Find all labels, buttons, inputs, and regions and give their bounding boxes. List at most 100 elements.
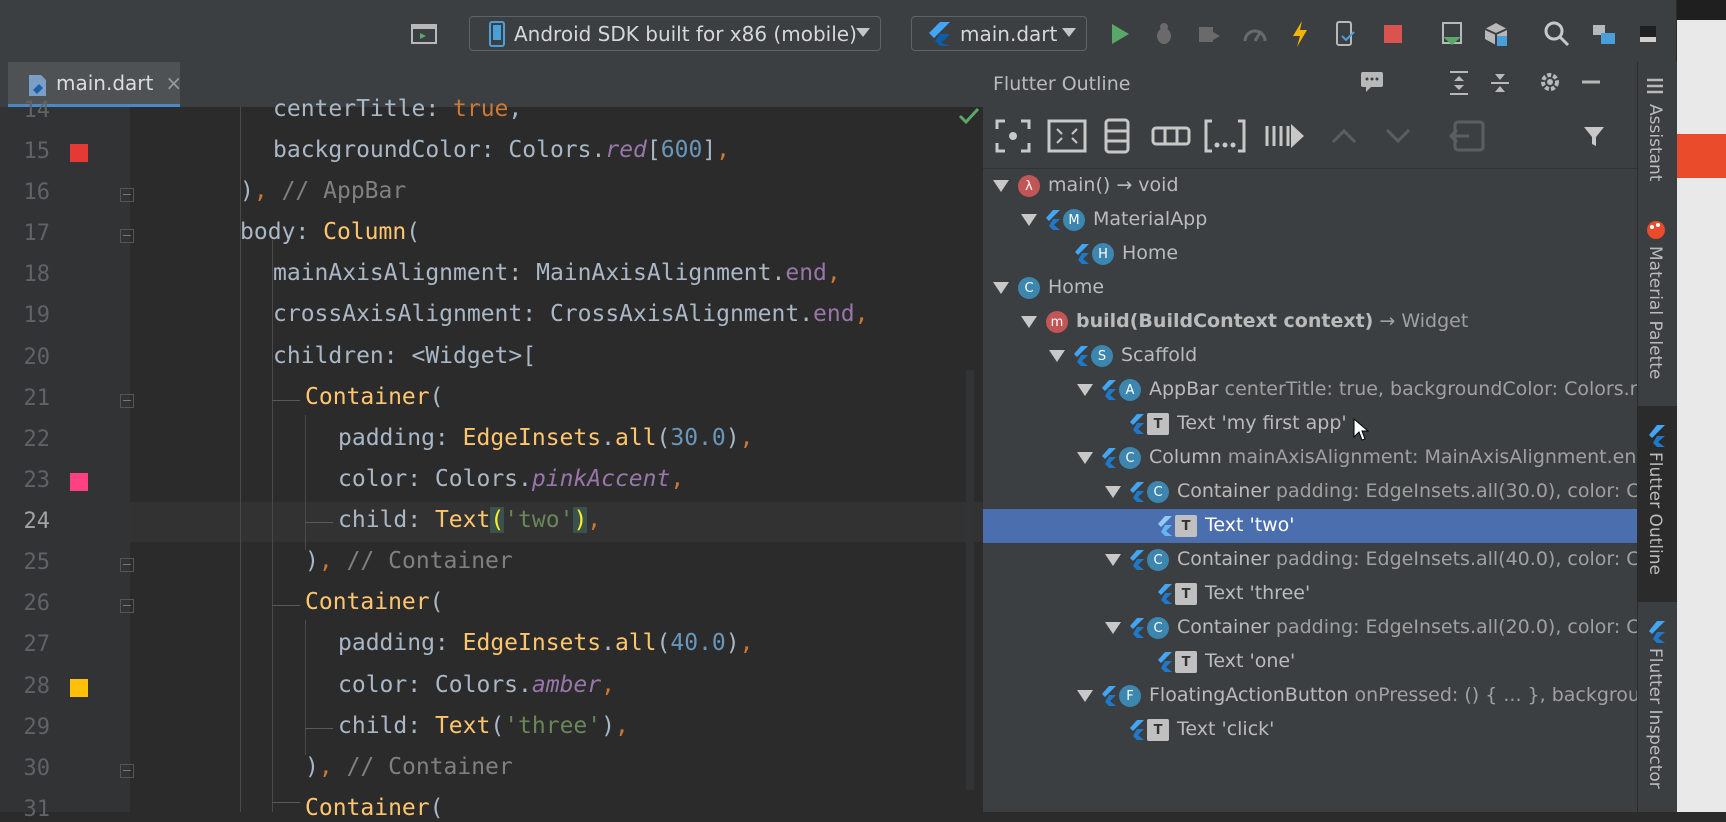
outline-row[interactable]: A AppBar centerTitle: true, backgroundCo… bbox=[983, 373, 1637, 407]
outline-title: Flutter Outline bbox=[993, 73, 1131, 95]
fold-marker[interactable] bbox=[120, 599, 134, 613]
fold-marker[interactable] bbox=[120, 229, 134, 243]
outline-row[interactable]: T Text 'click' bbox=[983, 713, 1637, 747]
fold-marker[interactable] bbox=[120, 558, 134, 572]
wrap-row-icon[interactable] bbox=[1150, 118, 1192, 154]
device-selector[interactable]: Android SDK built for x86 (mobile) bbox=[469, 16, 881, 51]
outline-row[interactable]: C Container padding: EdgeInsets.all(40.0… bbox=[983, 543, 1637, 577]
outline-row[interactable]: C Container padding: EdgeInsets.all(30.0… bbox=[983, 475, 1637, 509]
expand-triangle-icon[interactable] bbox=[1077, 452, 1093, 464]
minimize-icon[interactable] bbox=[1579, 70, 1603, 99]
color-swatch-red[interactable] bbox=[70, 144, 88, 162]
flutter-widget-icon bbox=[1046, 210, 1060, 230]
expand-triangle-icon[interactable] bbox=[1021, 214, 1037, 226]
outline-row[interactable]: C Column mainAxisAlignment: MainAxisAlig… bbox=[983, 441, 1637, 475]
code-line: crossAxisAlignment: CrossAxisAlignment.e… bbox=[273, 301, 869, 327]
indent-guide bbox=[305, 415, 306, 550]
project-structure-icon[interactable] bbox=[1587, 17, 1621, 51]
expand-triangle-icon[interactable] bbox=[1077, 384, 1093, 396]
color-swatch-amber[interactable] bbox=[70, 679, 88, 697]
run-icon[interactable] bbox=[1103, 17, 1137, 51]
fold-marker[interactable] bbox=[120, 188, 134, 202]
outline-detail: mainAxisAlignment: MainAxisAlignment.end bbox=[1221, 446, 1637, 468]
code-line: ), // AppBar bbox=[240, 178, 407, 204]
indent-guide bbox=[272, 605, 300, 606]
remove-widget-icon[interactable] bbox=[1264, 118, 1306, 154]
class-badge-icon: F bbox=[1119, 685, 1141, 707]
device-selector-label: Android SDK built for x86 (mobile) bbox=[514, 21, 857, 46]
stop-icon[interactable] bbox=[1376, 17, 1410, 51]
outline-row[interactable]: m build(BuildContext context) → Widget bbox=[983, 305, 1637, 339]
fold-marker[interactable] bbox=[120, 394, 134, 408]
wrap-padding-icon[interactable] bbox=[1046, 118, 1088, 154]
wrap-center-icon[interactable] bbox=[992, 118, 1034, 154]
attach-debugger-icon[interactable] bbox=[1192, 17, 1226, 51]
editor-scrollbar[interactable] bbox=[966, 370, 974, 790]
gear-icon[interactable] bbox=[1538, 70, 1562, 99]
flutter-widget-icon bbox=[1075, 244, 1089, 264]
sdk-manager-icon[interactable] bbox=[1328, 17, 1362, 51]
outline-row[interactable]: M MaterialApp bbox=[983, 203, 1637, 237]
outline-row-selected[interactable]: T Text 'two' bbox=[983, 509, 1637, 543]
expand-triangle-icon[interactable] bbox=[1077, 690, 1093, 702]
outline-row[interactable]: C Home bbox=[983, 271, 1637, 305]
method-badge-icon: m bbox=[1046, 311, 1068, 333]
flutter-widget-icon bbox=[1102, 686, 1116, 706]
line-number: 26 bbox=[23, 591, 51, 616]
line-number: 16 bbox=[23, 180, 51, 205]
outline-label: Text 'three' bbox=[1205, 582, 1311, 604]
expand-triangle-icon[interactable] bbox=[1105, 486, 1121, 498]
fold-marker[interactable] bbox=[120, 764, 134, 778]
tool-tab-flutter-outline[interactable]: Flutter Outline bbox=[1645, 452, 1665, 575]
expand-triangle-icon[interactable] bbox=[1021, 316, 1037, 328]
profile-icon[interactable] bbox=[1238, 17, 1272, 51]
device-file-icon[interactable] bbox=[1435, 17, 1469, 51]
sync-icon[interactable] bbox=[1631, 17, 1665, 51]
outline-row[interactable]: T Text 'one' bbox=[983, 645, 1637, 679]
flutter-widget-icon bbox=[1130, 414, 1144, 434]
wrap-new-widget-icon[interactable] bbox=[1204, 118, 1246, 154]
expand-triangle-icon[interactable] bbox=[1049, 350, 1065, 362]
tool-tab-assistant[interactable]: Assistant bbox=[1645, 104, 1665, 181]
outline-row[interactable]: C Container padding: EdgeInsets.all(20.0… bbox=[983, 611, 1637, 645]
code-line: mainAxisAlignment: MainAxisAlignment.end… bbox=[273, 260, 841, 286]
expand-triangle-icon[interactable] bbox=[993, 180, 1009, 192]
expand-triangle-icon[interactable] bbox=[1105, 554, 1121, 566]
flutter-widget-icon bbox=[1074, 346, 1088, 366]
outline-row[interactable]: T Text 'three' bbox=[983, 577, 1637, 611]
line-number: 30 bbox=[23, 756, 51, 781]
expand-all-icon[interactable] bbox=[1447, 70, 1471, 101]
tool-tab-material-palette[interactable]: Material Palette bbox=[1645, 246, 1665, 379]
color-swatch-pink[interactable] bbox=[70, 473, 88, 491]
collapse-all-icon[interactable] bbox=[1488, 70, 1512, 101]
sdk-icon[interactable] bbox=[1479, 17, 1513, 51]
indent-guide bbox=[305, 728, 333, 729]
outline-row[interactable]: T Text 'my first app' bbox=[983, 407, 1637, 441]
expand-triangle-icon[interactable] bbox=[1105, 622, 1121, 634]
line-number: 22 bbox=[23, 427, 51, 452]
device-manager-icon[interactable] bbox=[407, 17, 441, 51]
outline-row[interactable]: F FloatingActionButton onPressed: () { .… bbox=[983, 679, 1637, 713]
class-badge-icon: S bbox=[1091, 345, 1113, 367]
move-down-icon[interactable] bbox=[1377, 118, 1419, 154]
outline-row[interactable]: H Home bbox=[983, 237, 1637, 271]
hot-reload-icon[interactable] bbox=[1283, 17, 1317, 51]
outline-row[interactable]: λ main() → void bbox=[983, 169, 1637, 203]
close-icon[interactable]: × bbox=[165, 71, 182, 95]
filter-icon[interactable] bbox=[1573, 118, 1615, 154]
move-up-icon[interactable] bbox=[1323, 118, 1365, 154]
run-config-selector[interactable]: main.dart bbox=[911, 16, 1087, 51]
indent-guide bbox=[272, 802, 300, 803]
outline-detail: padding: EdgeInsets.all(30.0), color: Co bbox=[1269, 480, 1637, 502]
code-line: padding: EdgeInsets.all(30.0), bbox=[338, 425, 754, 451]
comment-icon[interactable] bbox=[1359, 70, 1385, 99]
extract-widget-icon[interactable] bbox=[1445, 118, 1487, 154]
expand-triangle-icon[interactable] bbox=[993, 282, 1009, 294]
flutter-widget-icon bbox=[1130, 482, 1144, 502]
outline-row[interactable]: S Scaffold bbox=[983, 339, 1637, 373]
outline-toolbar bbox=[983, 104, 1637, 169]
debug-icon[interactable] bbox=[1147, 17, 1181, 51]
search-icon[interactable] bbox=[1540, 17, 1574, 51]
tool-tab-flutter-inspector[interactable]: Flutter Inspector bbox=[1645, 648, 1665, 789]
wrap-column-icon[interactable] bbox=[1096, 118, 1138, 154]
